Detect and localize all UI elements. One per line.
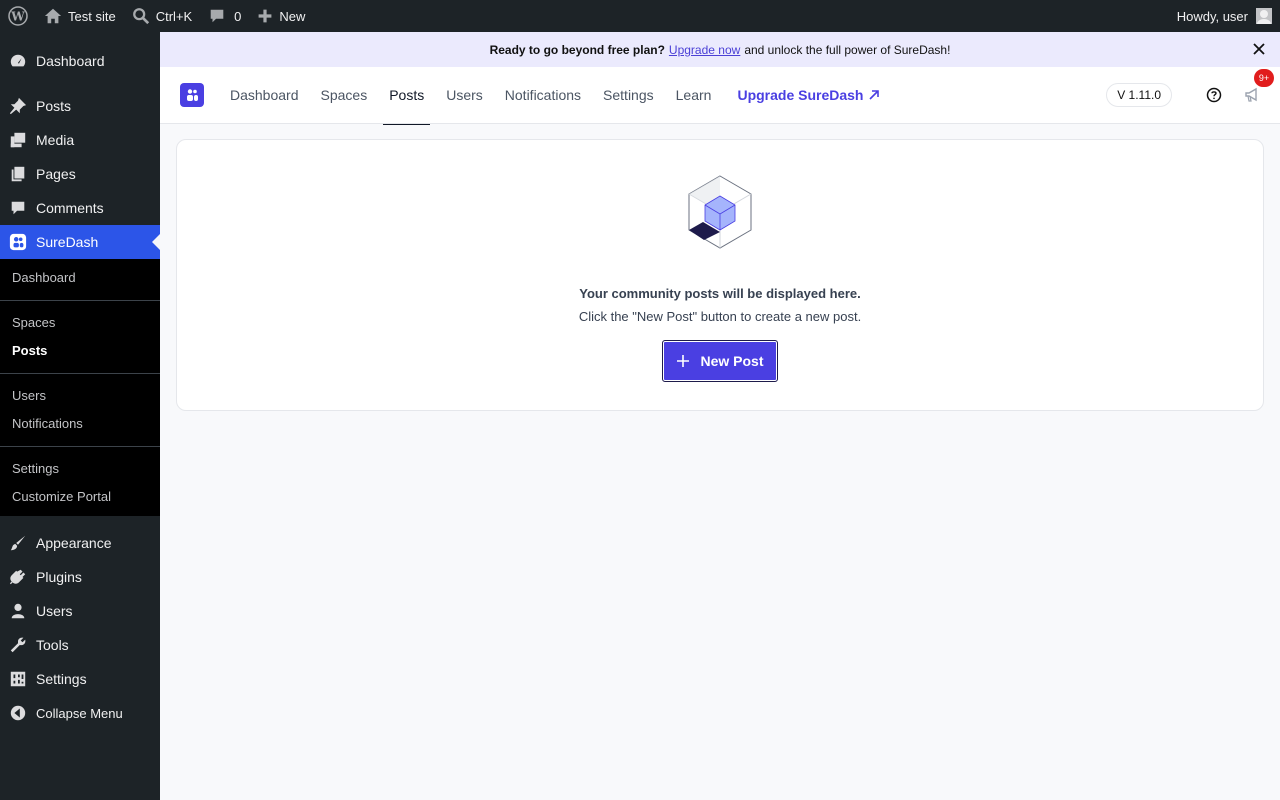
empty-state-title: Your community posts will be displayed h… — [579, 286, 861, 301]
tab-posts[interactable]: Posts — [383, 67, 431, 125]
new-post-label: New Post — [700, 353, 764, 369]
notification-badge: 9+ — [1254, 69, 1274, 87]
new-post-button[interactable]: New Post — [662, 340, 778, 382]
sidebar-item-tools[interactable]: Tools — [0, 628, 160, 662]
brush-icon — [8, 533, 28, 553]
search-shortcut-label: Ctrl+K — [155, 8, 193, 24]
collapse-menu[interactable]: Collapse Menu — [0, 696, 160, 730]
empty-state-card: Your community posts will be displayed h… — [176, 139, 1264, 411]
svg-text:W: W — [10, 10, 25, 24]
suredash-top-nav: Dashboard Spaces Posts Users Notificatio… — [160, 67, 1280, 125]
upgrade-notice: Ready to go beyond free plan? Upgrade no… — [160, 32, 1280, 67]
media-icon — [8, 130, 28, 150]
sidebar-item-plugins[interactable]: Plugins — [0, 560, 160, 594]
tab-spaces[interactable]: Spaces — [321, 67, 368, 124]
comments-link[interactable]: 0 — [200, 0, 249, 32]
submenu-dashboard[interactable]: Dashboard — [0, 264, 160, 292]
sidebar-item-label: Tools — [36, 637, 69, 653]
sidebar-item-label: Pages — [36, 166, 76, 182]
sidebar-item-users[interactable]: Users — [0, 594, 160, 628]
settings-icon — [8, 669, 28, 689]
sidebar-item-label: Media — [36, 132, 75, 148]
site-name-link[interactable]: Test site — [36, 0, 124, 32]
sidebar-item-label: Posts — [36, 98, 72, 114]
plus-icon — [259, 9, 272, 23]
site-name: Test site — [68, 8, 116, 24]
tab-notifications[interactable]: Notifications — [505, 67, 581, 124]
notice-lead: Ready to go beyond free plan? — [489, 42, 665, 57]
sidebar-item-suredash[interactable]: SureDash — [0, 225, 160, 259]
submenu-divider — [0, 373, 160, 374]
collapse-menu-label: Collapse Menu — [36, 705, 123, 721]
suredash-logo[interactable] — [180, 83, 204, 107]
sidebar-item-dashboard[interactable]: Dashboard — [0, 44, 160, 78]
topnav-actions: V 1.11.0 9+ — [1106, 69, 1280, 107]
tab-learn[interactable]: Learn — [676, 67, 712, 124]
howdy-text: Howdy, user — [1176, 8, 1248, 24]
suredash-icon — [8, 232, 28, 252]
notice-tail: and unlock the full power of SureDash! — [744, 42, 951, 57]
plus-icon — [677, 355, 690, 367]
external-arrow-icon — [868, 90, 879, 100]
comments-count: 0 — [234, 8, 242, 24]
submenu-divider — [0, 446, 160, 447]
upgrade-now-link[interactable]: Upgrade now — [669, 43, 740, 57]
upgrade-suredash-link[interactable]: Upgrade SureDash — [737, 87, 879, 103]
main-content: Ready to go beyond free plan? Upgrade no… — [160, 32, 1280, 800]
sidebar-item-label: SureDash — [36, 234, 99, 250]
sidebar-item-label: Settings — [36, 671, 87, 687]
wordpress-logo-icon[interactable]: W — [0, 0, 36, 32]
pin-icon — [8, 96, 28, 116]
plugin-icon — [8, 567, 28, 587]
wrench-icon — [8, 635, 28, 655]
sidebar-item-settings[interactable]: Settings — [0, 662, 160, 696]
new-content-link[interactable]: New — [249, 0, 313, 32]
close-icon[interactable] — [1252, 42, 1266, 59]
sidebar-item-media[interactable]: Media — [0, 123, 160, 157]
pages-icon — [8, 164, 28, 184]
sidebar-item-pages[interactable]: Pages — [0, 157, 160, 191]
sidebar-item-label: Plugins — [36, 569, 82, 585]
empty-state-subtitle: Click the "New Post" button to create a … — [578, 309, 862, 324]
tab-users[interactable]: Users — [446, 67, 483, 124]
dashboard-icon — [8, 51, 28, 71]
avatar — [1256, 8, 1272, 24]
sidebar-item-comments[interactable]: Comments — [0, 191, 160, 225]
submenu-posts[interactable]: Posts — [0, 337, 160, 365]
comment-icon — [210, 9, 224, 23]
submenu-customize-portal[interactable]: Customize Portal — [0, 483, 160, 511]
new-label: New — [279, 8, 306, 24]
submenu-divider — [0, 300, 160, 301]
admin-sidebar: Dashboard Posts Media Pages Comments Sur… — [0, 32, 160, 800]
sidebar-item-label: Appearance — [36, 535, 112, 551]
search-shortcut[interactable]: Ctrl+K — [124, 0, 200, 32]
submenu-settings[interactable]: Settings — [0, 455, 160, 483]
admin-bar: W Test site Ctrl+K 0 New Howdy, user — [0, 0, 1280, 32]
my-account[interactable]: Howdy, user — [1169, 0, 1280, 32]
home-icon — [44, 8, 62, 24]
submenu-users[interactable]: Users — [0, 382, 160, 410]
empty-box-illustration — [686, 174, 754, 255]
submenu-spaces[interactable]: Spaces — [0, 309, 160, 337]
search-icon — [132, 8, 149, 25]
tab-dashboard[interactable]: Dashboard — [230, 67, 299, 124]
sidebar-item-appearance[interactable]: Appearance — [0, 526, 160, 560]
sidebar-item-posts[interactable]: Posts — [0, 89, 160, 123]
tab-settings[interactable]: Settings — [603, 67, 654, 124]
upgrade-label: Upgrade SureDash — [737, 87, 864, 103]
sidebar-item-label: Comments — [36, 200, 104, 216]
submenu-notifications[interactable]: Notifications — [0, 410, 160, 438]
comment-icon — [8, 198, 28, 218]
user-icon — [8, 601, 28, 621]
version-badge: V 1.11.0 — [1106, 83, 1172, 107]
collapse-icon — [8, 703, 28, 723]
sidebar-item-label: Dashboard — [36, 53, 105, 69]
help-icon[interactable] — [1202, 83, 1226, 107]
announcement-megaphone-icon[interactable]: 9+ — [1240, 69, 1274, 107]
suredash-submenu: Dashboard Spaces Posts Users Notificatio… — [0, 259, 160, 516]
sidebar-item-label: Users — [36, 603, 73, 619]
